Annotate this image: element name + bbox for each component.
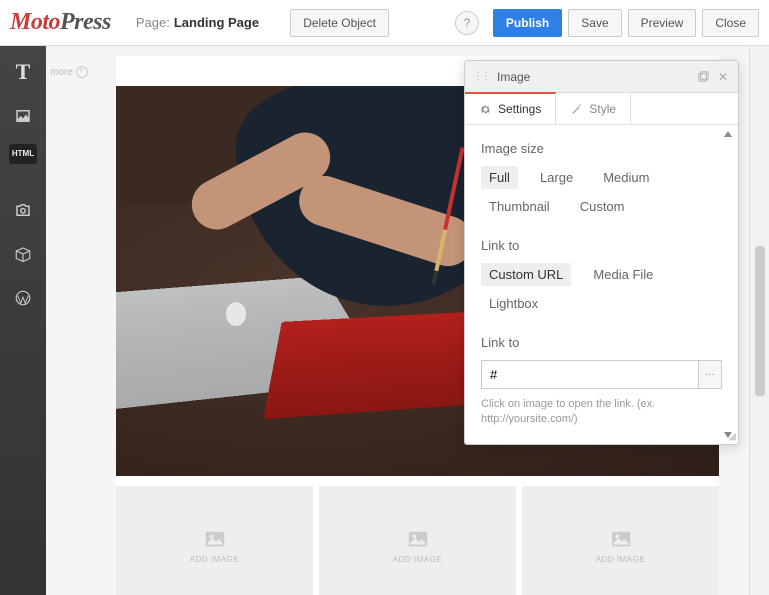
right-scrollbar[interactable] — [749, 46, 769, 595]
popout-icon[interactable] — [696, 70, 710, 84]
tab-style-label: Style — [589, 102, 616, 116]
logo-press: Press — [60, 9, 111, 35]
linkto-lightbox[interactable]: Lightbox — [481, 292, 546, 315]
preview-button[interactable]: Preview — [628, 9, 697, 37]
text-tool[interactable]: T — [7, 56, 39, 88]
tab-settings[interactable]: Settings — [465, 92, 556, 124]
panel-body: Image size Full Large Medium Thumbnail C… — [465, 125, 738, 444]
placeholder-label: ADD IMAGE — [596, 555, 645, 564]
linkto-custom-url[interactable]: Custom URL — [481, 263, 571, 286]
close-button[interactable]: Close — [702, 9, 759, 37]
placeholder-icon — [405, 529, 431, 551]
html-tool[interactable]: HTML — [9, 144, 37, 164]
camera-tool[interactable] — [7, 194, 39, 226]
image-size-options: Full Large Medium Thumbnail Custom — [481, 166, 722, 218]
box-icon — [14, 245, 32, 263]
logo-moto: Moto — [10, 9, 60, 35]
tab-style[interactable]: Style — [556, 93, 631, 124]
left-sidebar: T HTML — [0, 46, 46, 595]
plus-icon — [76, 66, 88, 78]
delete-object-button[interactable]: Delete Object — [290, 9, 389, 37]
link-input[interactable] — [481, 360, 698, 389]
tab-settings-label: Settings — [498, 102, 541, 116]
page-label: Page: — [136, 15, 170, 30]
page-name[interactable]: Landing Page — [174, 15, 259, 30]
resize-handle-icon[interactable]: ◢ — [728, 431, 736, 442]
panel-header[interactable]: ⋮⋮ Image ✕ — [465, 61, 738, 93]
box-tool[interactable] — [7, 238, 39, 270]
image-placeholder-row: ADD IMAGE ADD IMAGE ADD IMAGE — [116, 486, 719, 595]
wand-icon — [570, 102, 583, 115]
image-settings-panel: ⋮⋮ Image ✕ Settings Style Image size Ful… — [464, 60, 739, 445]
scroll-thumb[interactable] — [755, 246, 765, 396]
camera-icon — [14, 201, 32, 219]
link-input-row: ··· — [481, 360, 722, 389]
image-placeholder[interactable]: ADD IMAGE — [319, 486, 516, 595]
image-tool[interactable] — [7, 100, 39, 132]
scroll-up-icon[interactable] — [724, 131, 732, 137]
placeholder-icon — [202, 529, 228, 551]
more-label: more — [50, 67, 73, 78]
publish-button[interactable]: Publish — [493, 9, 562, 37]
drag-grip-icon: ⋮⋮ — [473, 71, 489, 82]
more-toggle[interactable]: more — [50, 66, 88, 78]
size-thumbnail[interactable]: Thumbnail — [481, 195, 558, 218]
logo: MotoPress — [10, 9, 111, 36]
placeholder-label: ADD IMAGE — [190, 555, 239, 564]
size-full[interactable]: Full — [481, 166, 518, 189]
linkto-media-file[interactable]: Media File — [585, 263, 661, 286]
topbar: MotoPress Page: Landing Page Delete Obje… — [0, 0, 769, 46]
link-hint: Click on image to open the link. (ex. ht… — [481, 397, 722, 428]
image-size-label: Image size — [481, 141, 722, 156]
image-icon — [14, 107, 32, 125]
save-button[interactable]: Save — [568, 9, 621, 37]
size-large[interactable]: Large — [532, 166, 581, 189]
size-medium[interactable]: Medium — [595, 166, 657, 189]
image-placeholder[interactable]: ADD IMAGE — [522, 486, 719, 595]
gear-icon — [479, 103, 492, 116]
close-panel-icon[interactable]: ✕ — [716, 70, 730, 84]
image-placeholder[interactable]: ADD IMAGE — [116, 486, 313, 595]
linkto-options: Custom URL Media File Lightbox — [481, 263, 722, 315]
link-browse-button[interactable]: ··· — [698, 360, 722, 389]
help-button[interactable]: ? — [455, 11, 479, 35]
placeholder-label: ADD IMAGE — [393, 555, 442, 564]
panel-tabs: Settings Style — [465, 93, 738, 125]
panel-title: Image — [497, 70, 530, 84]
wordpress-icon — [14, 289, 32, 307]
placeholder-icon — [608, 529, 634, 551]
linkto-label: Link to — [481, 238, 722, 253]
linkfield-label: Link to — [481, 335, 722, 350]
wordpress-tool[interactable] — [7, 282, 39, 314]
size-custom[interactable]: Custom — [572, 195, 633, 218]
